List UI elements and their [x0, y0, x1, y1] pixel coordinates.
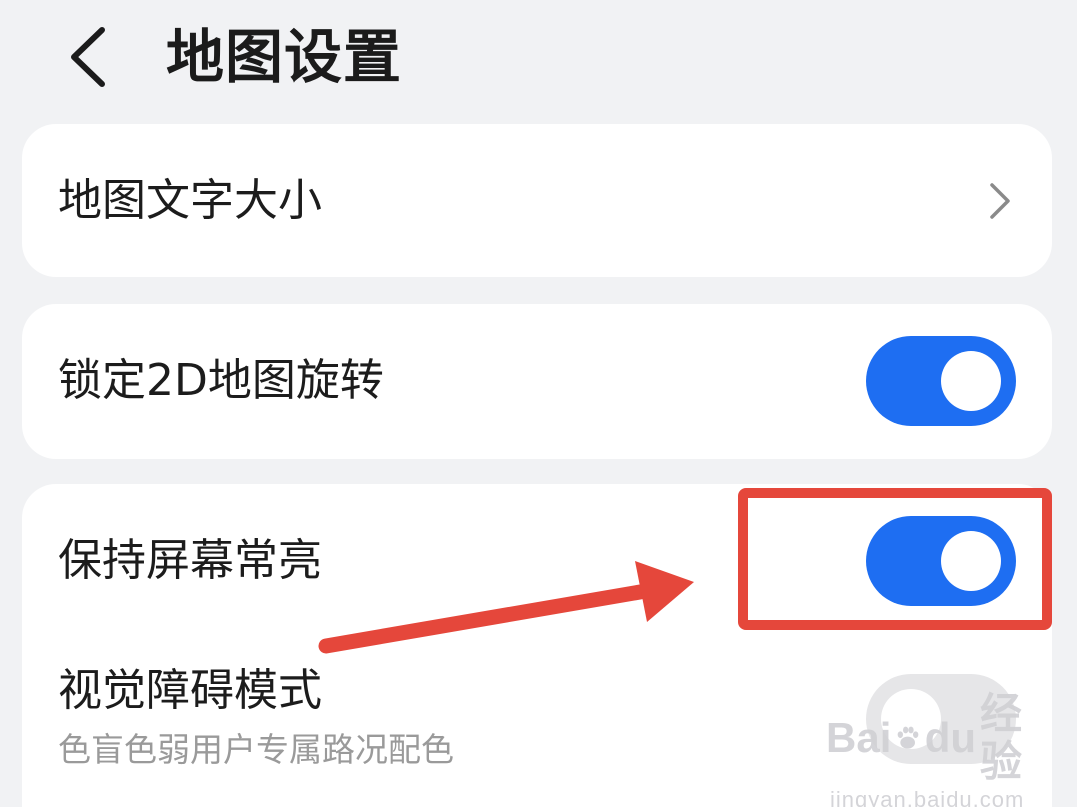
- page-title: 地图设置: [166, 23, 403, 91]
- setting-subtitle: 色盲色弱用户专属路况配色: [58, 730, 454, 769]
- paw-icon: [898, 726, 919, 749]
- setting-label: 地图文字大小: [58, 175, 322, 226]
- watermark-brand-left: Bai: [826, 714, 892, 761]
- chevron-right-icon: [990, 183, 1010, 219]
- lock-2d-rotation-toggle[interactable]: [866, 336, 1016, 426]
- setting-map-text-size[interactable]: 地图文字大小: [22, 124, 1052, 277]
- map-settings-screen: 地图设置 地图文字大小 锁定2D地图旋转 保持屏幕常亮 视觉障碍模式 色盲色弱用…: [0, 0, 1077, 807]
- watermark-brand-right: du: [924, 714, 976, 761]
- toggle-knob: [941, 351, 1001, 411]
- back-arrow-icon[interactable]: [60, 22, 130, 92]
- setting-lock-2d-rotation: 锁定2D地图旋转: [22, 304, 1052, 459]
- setting-label: 锁定2D地图旋转: [58, 355, 384, 406]
- watermark-url: jingyan.baidu.com: [830, 787, 1025, 807]
- setting-label: 视觉障碍模式: [58, 665, 322, 716]
- annotation-highlight-box: [738, 488, 1052, 630]
- watermark-logo: Bai du 经验: [826, 690, 1036, 786]
- watermark-brand-cn: 经验: [980, 690, 1023, 785]
- baidu-jingyan-watermark: Bai du 经验 jingyan.baidu.com: [826, 690, 1036, 807]
- setting-label: 保持屏幕常亮: [58, 535, 322, 586]
